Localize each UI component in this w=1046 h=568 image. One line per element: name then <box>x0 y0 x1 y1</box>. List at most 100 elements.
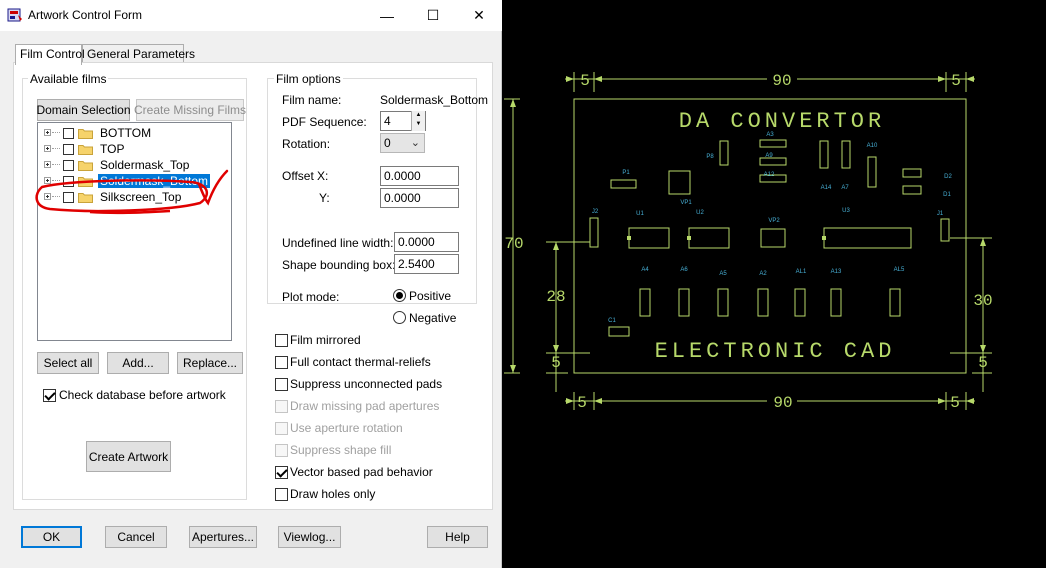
ref-label: A10 <box>867 143 878 149</box>
expand-icon[interactable] <box>44 129 51 136</box>
vector-based-pad-behavior-checkbox[interactable] <box>275 466 288 479</box>
ref-label: A7 <box>841 185 849 191</box>
add-button[interactable]: Add... <box>107 352 169 374</box>
shape-bounding-box-input[interactable]: 2.5400 <box>394 254 459 274</box>
suppress-shape-fill-checkbox[interactable] <box>275 444 288 457</box>
full-contact-thermal-reliefs-checkbox[interactable] <box>275 356 288 369</box>
film-options-title: Film options <box>274 72 343 86</box>
dim-bottom-left: 5 <box>577 394 587 412</box>
ref-label: D2 <box>944 174 952 180</box>
plot-mode-negative-label: Negative <box>409 311 457 325</box>
available-films-title: Available films <box>28 72 109 86</box>
film-mirrored-label: Film mirrored <box>290 333 361 347</box>
create-artwork-button[interactable]: Create Artwork <box>86 441 171 472</box>
dim-right-mid: 30 <box>973 292 992 310</box>
film-checkbox[interactable] <box>63 144 74 155</box>
apertures-button[interactable]: Apertures... <box>189 526 257 548</box>
shape-bounding-box-label: Shape bounding box: <box>282 258 396 272</box>
use-aperture-rotation-label: Use aperture rotation <box>290 421 403 435</box>
ref-label: J1 <box>937 211 944 217</box>
minimize-icon: — <box>380 7 394 24</box>
title-bar[interactable]: Artwork Control Form — ☐ ✕ <box>0 0 502 31</box>
ref-label: A13 <box>831 269 842 275</box>
ref-label: A4 <box>641 267 649 273</box>
chevron-down-icon: ⌄ <box>410 137 420 149</box>
replace-button[interactable]: Replace... <box>177 352 243 374</box>
ref-label: P1 <box>622 170 630 176</box>
offset-y-value: 0.0000 <box>384 191 421 205</box>
film-checkbox[interactable] <box>63 128 74 139</box>
check-database-checkbox[interactable] <box>43 389 56 402</box>
maximize-button[interactable]: ☐ <box>410 0 456 31</box>
ref-label: A6 <box>680 267 688 273</box>
pdf-sequence-label: PDF Sequence: <box>282 115 367 129</box>
close-icon: ✕ <box>473 7 485 23</box>
vector-based-pad-behavior-label: Vector based pad behavior <box>290 465 433 479</box>
film-name-label: Film name: <box>282 93 342 107</box>
ref-label: A12 <box>764 172 775 178</box>
tree-connector <box>52 148 60 149</box>
dim-top-left: 5 <box>580 72 590 90</box>
domain-selection-button[interactable]: Domain Selection <box>36 99 131 121</box>
viewlog-button[interactable]: Viewlog... <box>278 526 341 548</box>
board-bottom-text: ELECTRONIC CAD <box>655 339 896 364</box>
window-title: Artwork Control Form <box>28 8 143 22</box>
offset-x-input[interactable]: 0.0000 <box>380 166 459 186</box>
plot-mode-positive-radio[interactable] <box>393 289 406 302</box>
offset-y-label: Y: <box>319 191 330 205</box>
rotation-label: Rotation: <box>282 137 331 151</box>
ref-label: U3 <box>842 208 850 214</box>
draw-missing-pad-apertures-label: Draw missing pad apertures <box>290 399 440 413</box>
tab-label: General Parameters <box>87 47 196 61</box>
suppress-unconnected-pads-checkbox[interactable] <box>275 378 288 391</box>
ref-label: A5 <box>719 271 727 277</box>
ref-label: C1 <box>608 318 616 324</box>
cad-canvas[interactable]: DA CONVERTOR ELECTRONIC CAD 90 90 5 5 5 … <box>503 0 1046 568</box>
spin-up-icon[interactable]: ▲ <box>412 111 425 120</box>
spin-down-icon[interactable]: ▼ <box>412 120 425 129</box>
minimize-button[interactable]: — <box>364 0 410 31</box>
close-button[interactable]: ✕ <box>456 0 502 31</box>
tab-label: Film Control <box>20 47 85 61</box>
tab-film-control[interactable]: Film Control <box>15 44 85 65</box>
film-mirrored-checkbox[interactable] <box>275 334 288 347</box>
ref-label: AL5 <box>894 267 905 273</box>
pdf-sequence-spinner[interactable]: ▲ ▼ <box>411 111 425 131</box>
ok-button[interactable]: OK <box>21 526 82 548</box>
draw-missing-pad-apertures-checkbox[interactable] <box>275 400 288 413</box>
rotation-select[interactable]: 0 ⌄ <box>380 133 425 153</box>
plot-mode-label: Plot mode: <box>282 290 340 304</box>
ref-label: D1 <box>943 192 951 198</box>
folder-icon <box>78 145 93 155</box>
films-tree[interactable]: BOTTOM TOP Soldermask_Top Soldermask_Bot… <box>37 122 232 341</box>
cancel-button[interactable]: Cancel <box>105 526 167 548</box>
annotation-checkmark <box>197 169 229 206</box>
ref-label: AL1 <box>796 269 807 275</box>
draw-holes-only-label: Draw holes only <box>290 487 376 501</box>
offset-x-label: X: <box>317 169 329 183</box>
dim-right-small: 5 <box>978 354 988 372</box>
dim-top: 90 <box>772 72 791 90</box>
pdf-sequence-value: 4 <box>384 114 391 128</box>
maximize-icon: ☐ <box>426 7 440 23</box>
board-title-text: DA CONVERTOR <box>679 109 885 134</box>
suppress-unconnected-pads-label: Suppress unconnected pads <box>290 377 443 391</box>
undefined-line-width-value: 0.0000 <box>398 235 435 249</box>
ref-label: VP2 <box>768 218 780 224</box>
full-contact-thermal-reliefs-label: Full contact thermal-reliefs <box>290 355 431 369</box>
tab-general-parameters[interactable]: General Parameters <box>82 44 195 63</box>
undefined-line-width-input[interactable]: 0.0000 <box>394 232 459 252</box>
draw-holes-only-checkbox[interactable] <box>275 488 288 501</box>
suppress-shape-fill-label: Suppress shape fill <box>290 443 392 457</box>
dim-left-mid: 28 <box>546 288 565 306</box>
help-button[interactable]: Help <box>427 526 488 548</box>
folder-icon <box>78 129 93 139</box>
expand-icon[interactable] <box>44 145 51 152</box>
create-missing-films-button[interactable]: Create Missing Films <box>134 99 246 121</box>
film-name: TOP <box>100 142 125 156</box>
use-aperture-rotation-checkbox[interactable] <box>275 422 288 435</box>
select-all-button[interactable]: Select all <box>37 352 99 374</box>
film-name-value: Soldermask_Bottom <box>380 93 489 107</box>
offset-y-input[interactable]: 0.0000 <box>380 188 459 208</box>
plot-mode-negative-radio[interactable] <box>393 311 406 324</box>
